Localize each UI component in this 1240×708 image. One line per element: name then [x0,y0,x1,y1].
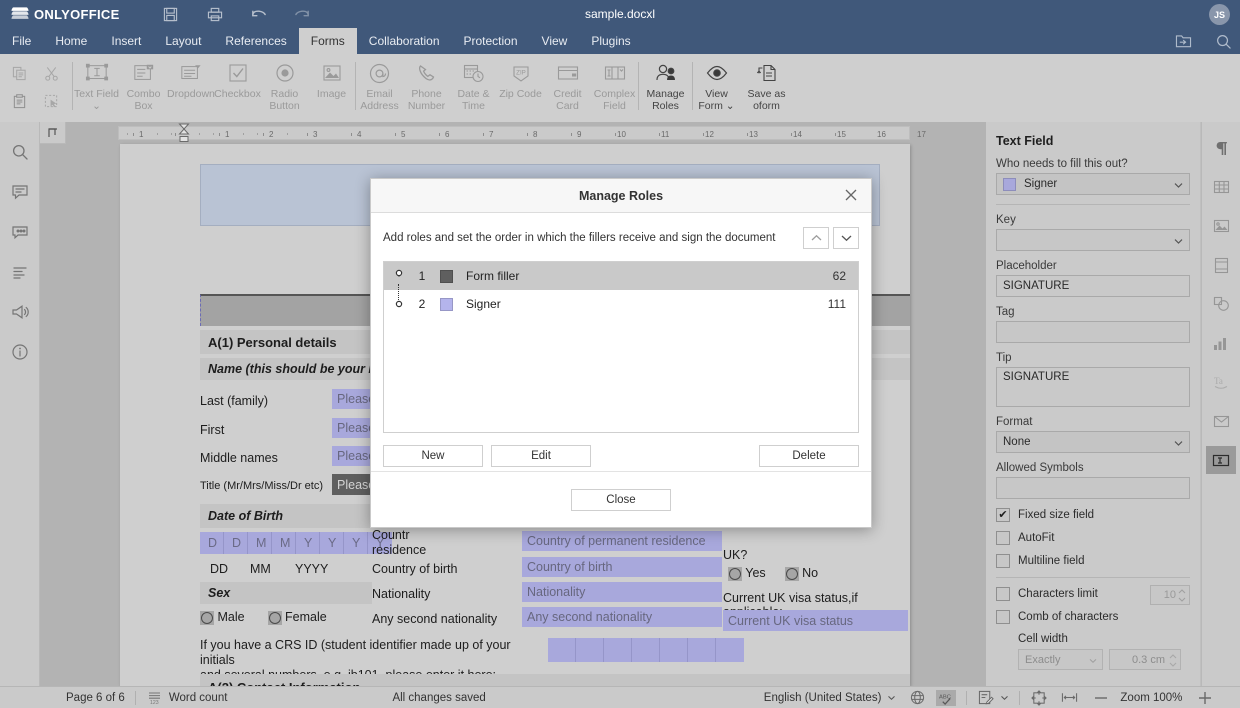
dialog-title: Manage Roles [579,189,663,203]
role-name: Form filler [466,269,519,283]
order-pin-icon [384,298,414,310]
delete-button[interactable]: Delete [759,445,859,467]
manage-roles-dialog: Manage Roles Add roles and set the order… [370,178,872,528]
dialog-actions: New Edit Delete [383,445,859,467]
dialog-body: Add roles and set the order in which the… [371,213,871,471]
dialog-description: Add roles and set the order in which the… [383,232,776,244]
role-order-number: 2 [414,297,430,311]
role-field-count: 111 [828,297,846,311]
role-order-number: 1 [414,269,430,283]
edit-button[interactable]: Edit [491,445,591,467]
move-down-button[interactable] [833,227,859,249]
role-name: Signer [466,297,501,311]
move-up-button[interactable] [803,227,829,249]
modal-overlay: Manage Roles Add roles and set the order… [0,0,1240,708]
role-color-swatch [440,270,453,283]
role-field-count: 62 [833,269,846,283]
dialog-footer: Close [371,471,871,527]
dialog-header: Manage Roles [371,179,871,213]
order-pin-icon [384,269,414,283]
close-button[interactable]: Close [571,489,671,511]
close-icon[interactable] [843,187,861,205]
new-button[interactable]: New [383,445,483,467]
role-color-swatch [440,298,453,311]
roles-list[interactable]: 1 Form filler 62 2 Signer 111 [383,261,859,433]
onlyoffice-document-editor: ONLYOFFICE [0,0,1240,708]
table-row[interactable]: 2 Signer 111 [384,290,858,318]
table-row[interactable]: 1 Form filler 62 [384,262,858,290]
